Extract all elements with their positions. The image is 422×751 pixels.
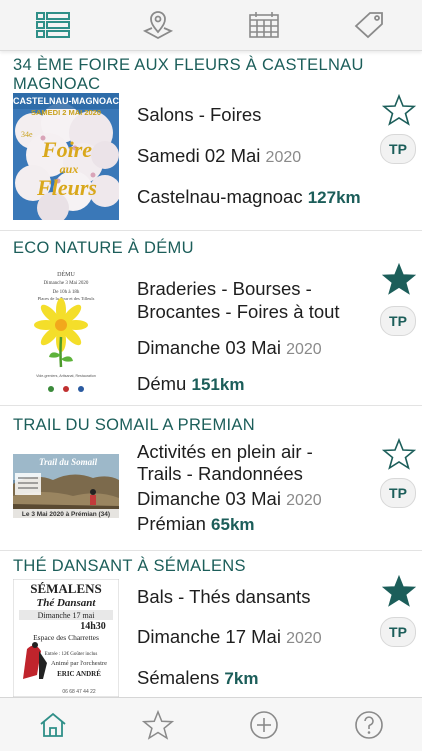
event-poster: SÉMALENS Thé Dansant Dimanche 17 mai 14h… [13, 579, 119, 697]
tab-list-view[interactable] [0, 0, 106, 50]
event-date: Dimanche 03 Mai 2020 [137, 487, 322, 513]
map-pin-icon [142, 10, 174, 40]
poster-date: SAMEDI 2 MAI 2020 [31, 108, 101, 117]
favorite-button[interactable] [382, 263, 416, 295]
poster-hours: De 10h à 18h [53, 290, 80, 295]
event-date-day: Samedi 02 Mai [137, 145, 260, 166]
poster-footer: Le 3 Mai 2020 à Prémian (34) [22, 511, 110, 518]
event-date-day: Dimanche 03 Mai [137, 488, 281, 509]
event-category: Activités en plein air - [137, 440, 313, 464]
event-date-day: Dimanche 17 Mai [137, 626, 281, 647]
bottom-tab-bar [0, 697, 422, 751]
star-filled-icon [382, 263, 416, 295]
tag-icon [353, 11, 385, 39]
event-card[interactable]: ECO NATURE À DÉMU DÉMU Dimanche 3 Mai 20… [0, 231, 422, 406]
poster-host: Animé par l'orchestre [51, 660, 107, 667]
event-location: Sémalens 7km [137, 666, 258, 691]
tab-add[interactable] [211, 698, 317, 751]
event-category: Salons - Foires [137, 103, 261, 127]
poster-band: ERIC ANDRÉ [57, 670, 101, 678]
event-place: Sémalens [137, 667, 219, 688]
event-place: Dému [137, 373, 186, 394]
event-title: 34 ème FOIRE AUX FLEURS À CASTELNAU MAGN… [13, 56, 408, 94]
tp-badge[interactable]: TP [380, 478, 416, 508]
poster-date: Dimanche 17 mai [38, 611, 96, 620]
poster-word-3: Fleurs [36, 175, 97, 200]
event-place: Castelnau-magnoac [137, 186, 303, 207]
home-icon [38, 711, 68, 739]
tab-tags[interactable] [317, 0, 422, 50]
event-category-line-2: Brocantes - Foires à tout [137, 300, 340, 324]
tp-badge[interactable]: TP [380, 134, 416, 164]
event-poster: Trail du Somail Le 3 Mai 2020 à Prémian … [13, 454, 119, 518]
event-date-day: Dimanche 03 Mai [137, 337, 281, 358]
poster-word-2: aux [60, 162, 79, 176]
event-date-year: 2020 [266, 149, 302, 166]
poster-place: Places de la Tour et des Tilleuls [38, 296, 95, 301]
event-date-year: 2020 [286, 630, 322, 647]
list-view-icon [36, 12, 70, 38]
poster-town: SÉMALENS [30, 581, 102, 596]
event-distance: 65km [211, 515, 254, 534]
poster-venue: Espace des Charrettes [33, 633, 99, 642]
poster-title: Trail du Somail [39, 457, 98, 467]
tab-calendar[interactable] [211, 0, 317, 50]
event-category: Bals - Thés dansants [137, 585, 310, 609]
poster-edition: 34e [21, 130, 33, 139]
star-icon [142, 710, 174, 740]
star-outline-icon [382, 94, 416, 126]
poster-word-1: Foire [41, 137, 92, 162]
event-location: Castelnau-magnoac 127km [137, 185, 361, 210]
poster-title: Thé Dansant [37, 597, 97, 609]
event-title: ECO NATURE À DÉMU [13, 239, 408, 258]
tab-favorites[interactable] [106, 698, 212, 751]
event-place: Prémian [137, 513, 206, 534]
add-icon [249, 710, 279, 740]
calendar-icon [248, 11, 280, 39]
event-date-year: 2020 [286, 492, 322, 509]
poster-town: DÉMU [57, 270, 75, 278]
event-title: TRAIL DU SOMAIL A PREMIAN [13, 416, 408, 435]
tp-badge[interactable]: TP [380, 617, 416, 647]
event-location: Prémian 65km [137, 512, 255, 537]
event-date-year: 2020 [286, 341, 322, 358]
poster-price: Entrée : 12€ Goûter inclus [45, 652, 98, 657]
event-poster: CASTELNAU-MAGNOAC SAMEDI 2 MAI 2020 34e … [13, 93, 119, 220]
tab-help[interactable] [317, 698, 422, 751]
event-category: Braderies - Bourses - [137, 277, 312, 301]
event-date: Dimanche 03 Mai 2020 [137, 336, 322, 362]
tab-home[interactable] [0, 698, 106, 751]
tab-map[interactable] [106, 0, 212, 50]
event-card[interactable]: 34 ème FOIRE AUX FLEURS À CASTELNAU MAGN… [0, 51, 422, 231]
poster-date: Dimanche 3 Mai 2020 [44, 281, 89, 286]
event-category-line-2: Trails - Randonnées [137, 462, 303, 486]
event-date: Dimanche 17 Mai 2020 [137, 625, 322, 651]
poster-time: 14h30 [80, 621, 106, 632]
poster-footer: Vide-greniers, Artisanat, Restauration [36, 374, 96, 378]
event-poster: DÉMU Dimanche 3 Mai 2020 De 10h à 18h Pl… [13, 267, 119, 395]
event-distance: 127km [308, 188, 361, 207]
tp-badge[interactable]: TP [380, 306, 416, 336]
event-distance: 151km [192, 375, 245, 394]
star-filled-icon [382, 575, 416, 607]
help-icon [354, 710, 384, 740]
favorite-button[interactable] [382, 438, 416, 470]
top-tab-bar [0, 0, 422, 51]
event-title: THÉ DANSANT À SÉMALENS [13, 557, 408, 576]
star-outline-icon [382, 438, 416, 470]
poster-phone: 06 68 47 44 22 [62, 689, 96, 695]
event-location: Dému 151km [137, 372, 244, 397]
event-list[interactable]: 34 ème FOIRE AUX FLEURS À CASTELNAU MAGN… [0, 51, 422, 697]
favorite-button[interactable] [382, 94, 416, 126]
poster-town: CASTELNAU-MAGNOAC [13, 96, 119, 106]
event-card[interactable]: THÉ DANSANT À SÉMALENS SÉMALENS Thé Dans… [0, 551, 422, 697]
event-category-line-1: Braderies - Bourses - [137, 278, 312, 299]
event-date: Samedi 02 Mai 2020 [137, 144, 301, 170]
event-distance: 7km [224, 669, 258, 688]
favorite-button[interactable] [382, 575, 416, 607]
event-card[interactable]: TRAIL DU SOMAIL A PREMIAN Trail du Somai… [0, 406, 422, 551]
